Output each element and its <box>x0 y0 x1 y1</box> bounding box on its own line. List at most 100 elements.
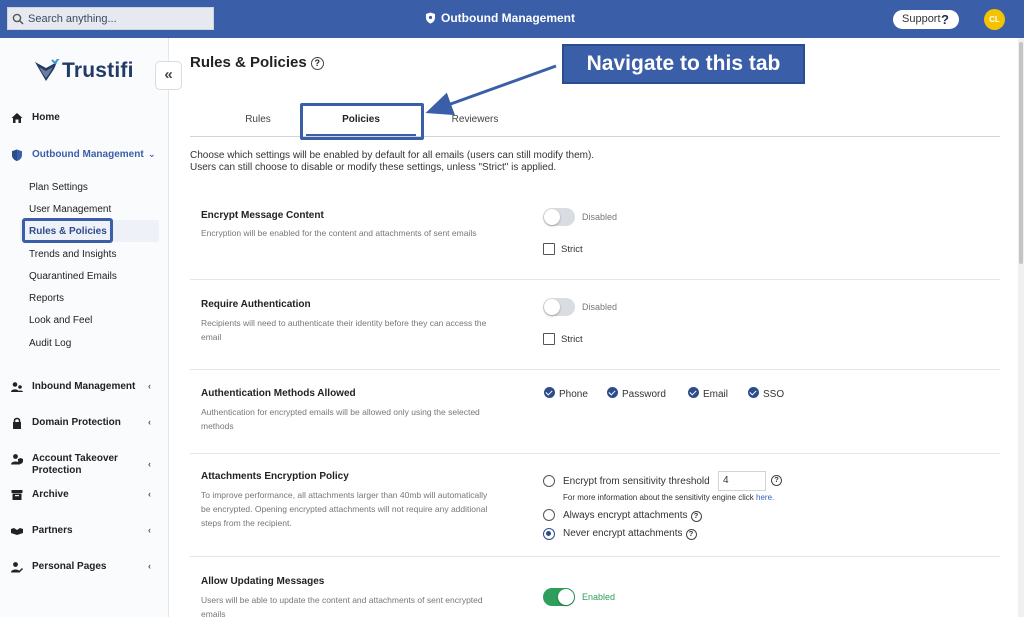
chevron-left-icon: ‹ <box>148 459 151 469</box>
radio-always-encrypt[interactable] <box>543 509 555 521</box>
section-title: Authentication Methods Allowed <box>201 388 356 399</box>
scrollbar-thumb[interactable] <box>1019 42 1023 264</box>
hint-link[interactable]: here. <box>756 493 774 502</box>
strict-label: Strict <box>561 244 583 255</box>
page-scrollbar[interactable] <box>1018 38 1024 617</box>
chevron-left-icon: ‹ <box>148 381 151 391</box>
sidebar-subitem-audit-log[interactable]: Audit Log <box>29 338 71 349</box>
radio-label: Always encrypt attachments? <box>563 510 702 522</box>
annotation-callout: Navigate to this tab <box>562 44 805 84</box>
radio-sensitivity-threshold[interactable] <box>543 475 555 487</box>
toggle-status: Disabled <box>582 212 618 222</box>
lock-icon <box>13 417 21 429</box>
support-button[interactable]: Support? <box>893 10 959 29</box>
shield-icon <box>12 149 22 161</box>
method-label: Phone <box>559 389 588 400</box>
tab-bar: Rules Policies Reviewers <box>190 103 1000 140</box>
sidebar-subitem-reports[interactable]: Reports <box>29 293 64 304</box>
chevron-left-icon: ‹ <box>148 525 151 535</box>
section-attachments-policy: Attachments Encryption Policy To improve… <box>190 455 1000 557</box>
annotation-highlight-box <box>22 218 113 243</box>
brand-logo: Trustifi <box>34 57 133 85</box>
radio-label: Never encrypt attachments? <box>563 528 697 540</box>
check-circle-icon <box>607 387 618 398</box>
handshake-icon <box>11 528 23 535</box>
section-allow-updating: Allow Updating Messages Users will be ab… <box>190 558 1000 617</box>
allow-updating-toggle[interactable] <box>543 588 575 606</box>
sidebar-subitem-look-and-feel[interactable]: Look and Feel <box>29 315 92 326</box>
help-icon[interactable]: ? <box>685 529 697 540</box>
logo-icon <box>35 57 60 81</box>
section-title: Attachments Encryption Policy <box>201 471 349 482</box>
section-description: To improve performance, all attachments … <box>201 490 488 528</box>
method-email[interactable]: Email <box>688 387 728 400</box>
user-edit-icon <box>11 562 23 573</box>
section-description: Users will be able to update the content… <box>201 595 483 617</box>
sidebar-subitem-plan-settings[interactable]: Plan Settings <box>29 182 88 193</box>
page-title-text: Rules & Policies <box>190 54 307 71</box>
threshold-input[interactable]: 4 <box>718 471 766 491</box>
page-title: Rules & Policies? <box>190 54 324 71</box>
section-title: Allow Updating Messages <box>201 576 325 587</box>
sidebar-subitem-trends[interactable]: Trends and Insights <box>29 249 116 260</box>
method-password[interactable]: Password <box>607 387 666 400</box>
section-description: Encryption will be enabled for the conte… <box>201 228 477 238</box>
intro-line: Choose which settings will be enabled by… <box>190 150 595 161</box>
help-icon[interactable]: ? <box>690 511 702 522</box>
sidebar-subitem-user-management[interactable]: User Management <box>29 204 111 215</box>
intro-text: Choose which settings will be enabled by… <box>190 150 750 174</box>
sidebar-item-label: Inbound Management <box>32 381 136 392</box>
sidebar-item-label: Archive <box>32 489 69 500</box>
brand-name: Trustifi <box>62 59 134 82</box>
toggle-status: Disabled <box>582 302 618 312</box>
users-icon <box>11 382 23 392</box>
method-sso[interactable]: SSO <box>748 387 784 400</box>
chevron-down-icon: ⌄ <box>148 149 156 159</box>
require-auth-toggle[interactable] <box>543 298 575 316</box>
intro-line: Users can still choose to disable or mod… <box>190 162 557 173</box>
check-circle-icon <box>688 387 699 398</box>
shield-icon <box>426 12 435 24</box>
avatar[interactable]: CL <box>984 9 1005 30</box>
section-description: Authentication for encrypted emails will… <box>201 407 480 431</box>
sidebar-item-label: Home <box>32 112 60 123</box>
help-icon: ? <box>941 12 949 27</box>
radio-label-text: Always encrypt attachments <box>563 510 688 521</box>
tab-reviewers[interactable]: Reviewers <box>440 114 510 125</box>
method-label: Email <box>703 389 729 400</box>
help-icon[interactable]: ? <box>771 475 782 486</box>
sidebar-item-label: Domain Protection <box>32 417 121 428</box>
chevron-left-icon: ‹ <box>148 417 151 427</box>
chevron-left-icon: ‹ <box>148 489 151 499</box>
hint-text: For more information about the sensitivi… <box>563 493 754 502</box>
radio-never-encrypt[interactable] <box>543 528 555 540</box>
encrypt-toggle[interactable] <box>543 208 575 226</box>
strict-checkbox[interactable] <box>543 333 555 345</box>
chevron-left-icon: ‹ <box>148 561 151 571</box>
user-shield-icon <box>11 454 23 465</box>
tab-rules[interactable]: Rules <box>228 114 288 125</box>
section-description: Recipients will need to authenticate the… <box>201 318 487 342</box>
strict-checkbox[interactable] <box>543 243 555 255</box>
sidebar: Trustifi Home Outbound Management ⌄ Plan… <box>0 38 169 617</box>
app-title: Outbound Management <box>0 11 1000 25</box>
app-title-text: Outbound Management <box>441 11 575 25</box>
sidebar-item-label: Outbound Management <box>32 149 144 160</box>
section-title: Require Authentication <box>201 299 311 310</box>
toggle-status: Enabled <box>582 592 616 602</box>
strict-label: Strict <box>561 334 583 345</box>
support-label: Support <box>902 13 941 25</box>
top-bar: Search anything... Outbound Management S… <box>0 0 1024 38</box>
collapse-sidebar-button[interactable]: « <box>155 61 182 90</box>
section-title: Encrypt Message Content <box>201 210 324 221</box>
sidebar-item-label: Personal Pages <box>32 561 107 572</box>
annotation-highlight-box <box>300 103 424 140</box>
help-icon[interactable]: ? <box>310 57 324 70</box>
method-phone[interactable]: Phone <box>544 387 588 400</box>
archive-icon <box>11 490 23 500</box>
radio-label: Encrypt from sensitivity threshold <box>563 476 710 487</box>
sensitivity-hint: For more information about the sensitivi… <box>563 493 774 502</box>
section-auth-methods: Authentication Methods Allowed Authentic… <box>190 371 1000 454</box>
sidebar-item-label: Account Takeover Protection <box>32 453 118 476</box>
sidebar-subitem-quarantined[interactable]: Quarantined Emails <box>29 271 117 282</box>
